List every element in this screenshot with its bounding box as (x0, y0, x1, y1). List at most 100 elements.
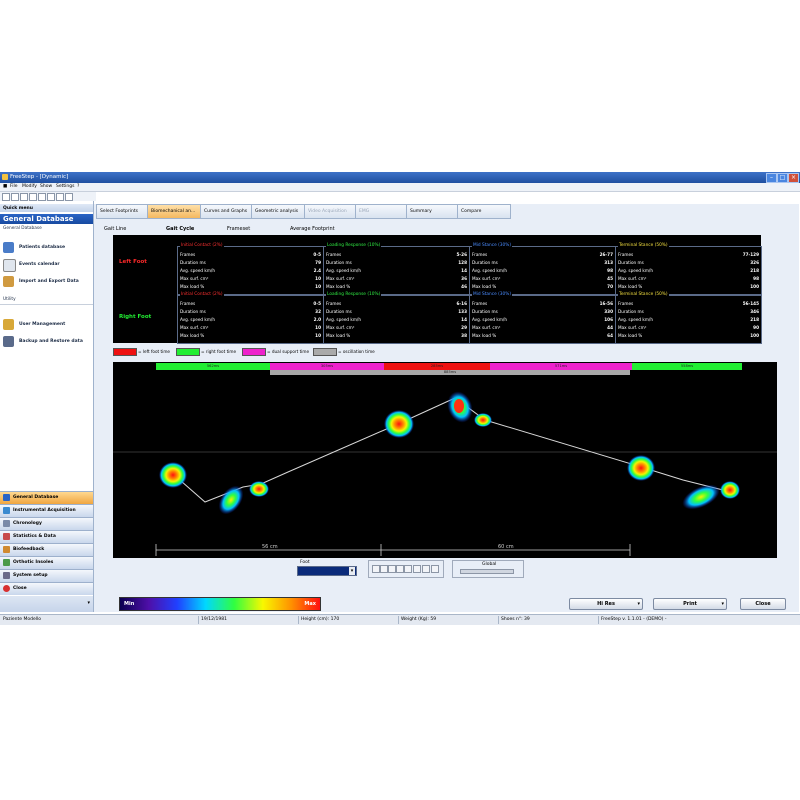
menu-app-icon[interactable]: ■ (3, 184, 7, 189)
foot-label: Foot (300, 560, 310, 565)
pause-button[interactable] (396, 565, 404, 573)
stat-row: Frames 16-56 (472, 301, 613, 307)
menu-show[interactable]: Show (40, 184, 52, 189)
footprints-svg: 56 cm 60 cm (113, 391, 777, 556)
close-window-button[interactable]: × (788, 173, 799, 183)
stat-value: 10 (315, 276, 321, 281)
stat-value: 90 (753, 325, 759, 330)
nav-orthotic-insoles[interactable]: Orthotic Insoles (0, 556, 93, 569)
maximize-button[interactable]: □ (777, 173, 788, 183)
nav-footer: ▾ (0, 596, 93, 612)
chevron-down-icon[interactable]: ▾ (87, 600, 90, 606)
section-general-label: General Database (3, 226, 42, 231)
nav-close[interactable]: Close (0, 582, 93, 595)
stat-value: 326 (750, 260, 759, 265)
foot-select[interactable]: ▾ (297, 566, 357, 576)
new-icon[interactable] (2, 193, 10, 201)
acquisition-icon (3, 507, 10, 514)
tab-emg[interactable]: EMG (355, 204, 407, 219)
stat-value: 26-77 (599, 252, 613, 257)
export-icon[interactable] (56, 193, 64, 201)
stat-key: Frames (326, 252, 342, 257)
right-foot-phase-group: Terminal Stance (50%) Frames 56-145 Duratio… (615, 292, 762, 344)
play-button[interactable] (388, 565, 396, 573)
stat-row: Frames 6-16 (326, 301, 467, 307)
section-utility-label: Utility (3, 297, 16, 302)
legend-swatch (242, 348, 266, 356)
print-button[interactable]: Print ▾ (653, 598, 727, 610)
stat-row: Max load % 64 (472, 333, 613, 339)
database-icon (3, 494, 10, 501)
tab-select-footprints[interactable]: Select Footprints (96, 204, 148, 219)
menu-bar: ■ File Modify Show Settings ? (0, 183, 800, 192)
stat-key: Avg. speed km/h (472, 317, 507, 322)
chevron-down-icon[interactable]: ▾ (349, 567, 355, 575)
stat-key: Avg. speed km/h (326, 317, 361, 322)
stat-value: 45 (607, 276, 613, 281)
hi-res-button[interactable]: Hi Res ▾ (569, 598, 643, 610)
phase-title: Terminal Stance (50%) (618, 292, 669, 297)
tab-video-acquisition[interactable]: Video Acquisition (304, 204, 356, 219)
global-slider[interactable] (460, 569, 514, 574)
panel-title: General Database (0, 214, 93, 224)
open-icon[interactable] (11, 193, 19, 201)
stat-key: Duration ms (180, 260, 206, 265)
tab-summary[interactable]: Summary (406, 204, 458, 219)
stat-value: 10 (315, 284, 321, 289)
events-calendar-item[interactable]: Events calendar (3, 258, 91, 272)
nav-biofeedback[interactable]: Biofeedback (0, 543, 93, 556)
patients-database-item[interactable]: Patients database (3, 241, 91, 255)
stat-key: Avg. speed km/h (180, 317, 215, 322)
print-icon[interactable] (29, 193, 37, 201)
nav-statistics-data[interactable]: Statistics & Data (0, 530, 93, 543)
subtab-average-footprint[interactable]: Average Footprint (290, 226, 335, 232)
nav-instrumental-acquisition[interactable]: Instrumental Acquisition (0, 504, 93, 517)
window-title: FreeStep - [Dynamic] (10, 174, 69, 180)
tab-biomechanical[interactable]: Biomechanical an... (147, 204, 201, 219)
menu-settings[interactable]: Settings (56, 184, 74, 189)
right-foot-phase-group: Mid Stance (30%) Frames 16-56 Duration ms 33… (469, 292, 616, 344)
menu-modify[interactable]: Modify (22, 184, 37, 189)
phase-title: Mid Stance (30%) (472, 243, 513, 248)
menu-file[interactable]: File (10, 184, 18, 189)
tab-curves-graphs[interactable]: Curves and Graphs (200, 204, 252, 219)
import-export-item[interactable]: Import and Export Data (3, 275, 91, 289)
stat-value: 330 (604, 309, 613, 314)
stat-key: Duration ms (618, 260, 644, 265)
legend-swatch (113, 348, 137, 356)
stat-row: Max load % 70 (472, 284, 613, 290)
subtab-frameset[interactable]: Frameset (227, 226, 250, 232)
backup-restore-item[interactable]: Backup and Restore data (3, 335, 91, 349)
nav-system-setup[interactable]: System setup (0, 569, 93, 582)
first-frame-button[interactable] (372, 565, 380, 573)
stat-key: Frames (618, 252, 634, 257)
stat-key: Frames (180, 301, 196, 306)
stat-key: Max surf. cm² (180, 325, 209, 330)
prev-frame-button[interactable] (380, 565, 388, 573)
stat-value: 218 (750, 268, 759, 273)
stat-row: Max surf. cm² 10 (180, 276, 321, 282)
minimize-button[interactable]: – (766, 173, 777, 183)
tab-geometric-analysis[interactable]: Geometric analysis (251, 204, 305, 219)
tab-compare[interactable]: Compare (457, 204, 511, 219)
next-frame-button[interactable] (404, 565, 412, 573)
menu-help[interactable]: ? (77, 184, 79, 189)
last-frame-button[interactable] (413, 565, 421, 573)
copy-icon[interactable] (38, 193, 46, 201)
nav-chronology[interactable]: Chronology (0, 517, 93, 530)
nav-general-database[interactable]: General Database (0, 491, 93, 504)
close-button[interactable]: Close (740, 598, 786, 610)
left-foot-phase-group: Initial Contact (2%) Frames 0-5 Duration ms… (177, 243, 324, 295)
stop-button[interactable] (431, 565, 439, 573)
stat-key: Max load % (618, 333, 643, 338)
stat-key: Max surf. cm² (618, 325, 647, 330)
pressure-peak (454, 399, 464, 413)
stat-value: 98 (607, 268, 613, 273)
save-icon[interactable] (20, 193, 28, 201)
subtab-gait-line[interactable]: Gait Line (104, 226, 126, 232)
settings-icon[interactable] (65, 193, 73, 201)
subtab-gait-cycle[interactable]: Gait Cycle (166, 226, 194, 232)
user-management-item[interactable]: User Management (3, 318, 91, 332)
loop-button[interactable] (422, 565, 430, 573)
paste-icon[interactable] (47, 193, 55, 201)
